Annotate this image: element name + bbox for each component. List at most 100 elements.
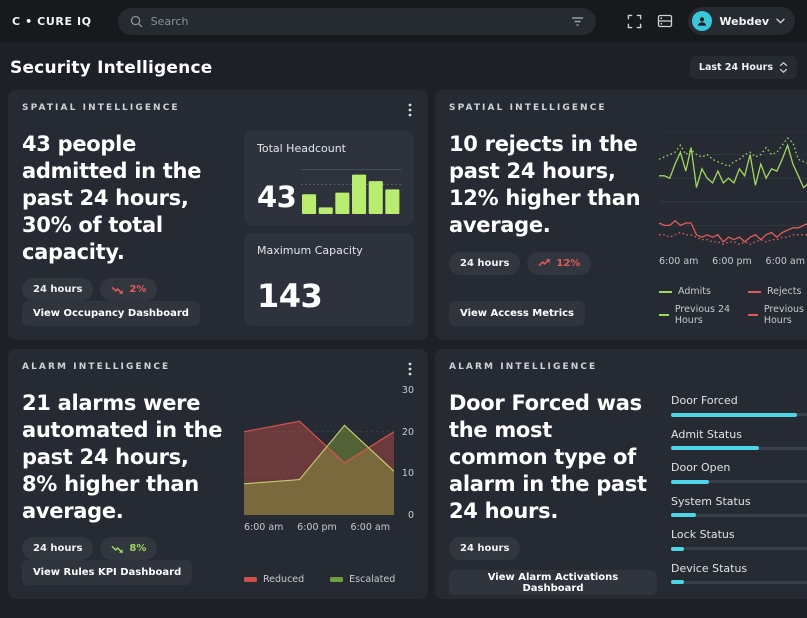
access-legend: Admits Rejects Previous 24 Hours Previou… <box>659 286 807 326</box>
capacity-value: 143 <box>257 277 401 315</box>
search-icon <box>130 15 143 28</box>
time-badge: 24 hours <box>22 278 93 301</box>
card-rules: ALARM INTELLIGENCE 21 alarms were automa… <box>8 349 428 599</box>
trend-down-icon <box>111 285 124 295</box>
alarm-type-label: Device Status <box>671 562 747 575</box>
view-rules-kpi-dashboard-button[interactable]: View Rules KPI Dashboard <box>22 560 192 585</box>
trend-badge: 8% <box>100 537 157 560</box>
alarm-type-label: Door Forced <box>671 394 738 407</box>
x-tick-label: 6:00 am <box>244 522 283 533</box>
card-category: ALARM INTELLIGENCE <box>449 362 597 372</box>
alarm-bar-track <box>671 581 807 584</box>
rules-y-labels: 0102030 <box>394 390 414 515</box>
alarm-bar-fill <box>671 580 684 584</box>
top-bar: C • CURE IQ Webdev <box>0 0 807 42</box>
alarm-bar-row: Door Forced 50 <box>671 394 807 416</box>
legend-item-reduced: Reduced <box>244 574 304 585</box>
card-activations: ALARM INTELLIGENCE Door Forced was the m… <box>435 349 807 599</box>
fullscreen-icon[interactable] <box>627 14 642 29</box>
page-title: Security Intelligence <box>10 58 212 78</box>
trend-down-icon <box>111 544 124 554</box>
search-input[interactable] <box>151 15 563 28</box>
sort-chevrons-icon <box>779 62 788 73</box>
card-headline: 21 alarms were automated in the past 24 … <box>22 390 230 524</box>
trend-value: 12% <box>556 258 580 269</box>
alarm-type-label: Admit Status <box>671 428 742 441</box>
alarm-bar-fill <box>671 446 759 450</box>
app-logo: C • CURE IQ <box>12 15 92 28</box>
trend-up-icon <box>538 258 551 268</box>
alarm-type-label: Lock Status <box>671 528 735 541</box>
trend-badge: 12% <box>527 252 591 275</box>
x-tick-label: 6:00 pm <box>712 256 752 267</box>
search-bar[interactable] <box>118 8 596 35</box>
access-line-chart <box>659 131 807 249</box>
user-name: Webdev <box>719 15 769 28</box>
card-category: SPATIAL INTELLIGENCE <box>449 103 607 113</box>
view-alarm-activations-dashboard-button[interactable]: View Alarm Activations Dashboard <box>449 570 657 595</box>
x-tick-label: 6:00 am <box>351 522 390 533</box>
view-access-metrics-button[interactable]: View Access Metrics <box>449 301 585 326</box>
alarm-bar-track <box>671 413 807 416</box>
alarm-bar-track <box>671 514 807 517</box>
rules-legend: Reduced Escalated <box>244 574 414 585</box>
alarm-bar-row: Door Open 15 <box>671 461 807 483</box>
alarm-bar-fill <box>671 480 709 484</box>
time-badge: 24 hours <box>449 252 520 275</box>
alarm-bar-fill <box>671 513 696 517</box>
x-tick-label: 6:00 pm <box>297 522 337 533</box>
legend-item-prev-rejects: Previous 24 Hours <box>748 304 807 326</box>
alarm-bar-fill <box>671 413 797 417</box>
headcount-bar-chart <box>301 168 401 214</box>
total-headcount-panel: Total Headcount 43 <box>244 131 414 225</box>
view-occupancy-dashboard-button[interactable]: View Occupancy Dashboard <box>22 301 200 326</box>
alarm-bar-fill <box>671 547 684 551</box>
access-x-labels: 6:00 am 6:00 pm 6:00 am <box>659 256 807 267</box>
trend-value: 2% <box>129 284 146 295</box>
alarm-bar-row: System Status 10 <box>671 495 807 517</box>
alarm-bar-track <box>671 447 807 450</box>
kebab-menu-icon[interactable] <box>406 103 414 117</box>
x-tick-label: 6:00 am <box>766 256 805 267</box>
card-occupancy: SPATIAL INTELLIGENCE 43 people admitted … <box>8 90 428 340</box>
chevron-down-icon <box>776 18 785 24</box>
panel-label: Total Headcount <box>257 142 401 155</box>
card-view-icon[interactable] <box>657 14 673 28</box>
legend-item-rejects: Rejects <box>748 286 807 297</box>
legend-item-escalated: Escalated <box>330 574 395 585</box>
panel-label: Maximum Capacity <box>257 244 401 257</box>
alarm-bar-row: Admit Status 35 <box>671 428 807 450</box>
card-access: SPATIAL INTELLIGENCE 10 rejects in the p… <box>435 90 807 340</box>
alarm-type-label: System Status <box>671 495 751 508</box>
page-header: Security Intelligence Last 24 Hours <box>0 42 807 90</box>
avatar <box>692 11 712 31</box>
alarm-bar-list: Door Forced 50 Admit Status 35 Door Open… <box>671 394 807 595</box>
filter-icon[interactable] <box>571 16 584 27</box>
maximum-capacity-panel: Maximum Capacity 143 <box>244 233 414 327</box>
card-category: SPATIAL INTELLIGENCE <box>22 103 180 113</box>
user-menu-button[interactable]: Webdev <box>688 7 795 35</box>
card-headline: 10 rejects in the past 24 hours, 12% hig… <box>449 131 645 239</box>
legend-item-prev-admits: Previous 24 Hours <box>659 304 740 326</box>
headcount-value: 43 <box>257 180 296 214</box>
card-headline: 43 people admitted in the past 24 hours,… <box>22 131 230 265</box>
trend-value: 8% <box>129 543 146 554</box>
time-filter-dropdown[interactable]: Last 24 Hours <box>690 56 797 79</box>
kebab-menu-icon[interactable] <box>406 362 414 376</box>
time-badge: 24 hours <box>449 537 520 560</box>
alarm-type-label: Door Open <box>671 461 730 474</box>
rules-x-labels: 6:00 am 6:00 pm 6:00 am <box>244 522 414 533</box>
trend-badge: 2% <box>100 278 157 301</box>
alarm-bar-track <box>671 480 807 483</box>
rules-area-chart <box>244 390 394 515</box>
card-grid: SPATIAL INTELLIGENCE 43 people admitted … <box>0 90 807 599</box>
alarm-bar-row: Device Status 5 <box>671 562 807 584</box>
alarm-bar-track <box>671 547 807 550</box>
legend-item-admits: Admits <box>659 286 740 297</box>
card-category: ALARM INTELLIGENCE <box>22 362 170 372</box>
card-headline: Door Forced was the most common type of … <box>449 390 657 524</box>
alarm-bar-row: Lock Status 5 <box>671 528 807 550</box>
time-badge: 24 hours <box>22 537 93 560</box>
x-tick-label: 6:00 am <box>659 256 698 267</box>
time-filter-label: Last 24 Hours <box>699 62 773 73</box>
